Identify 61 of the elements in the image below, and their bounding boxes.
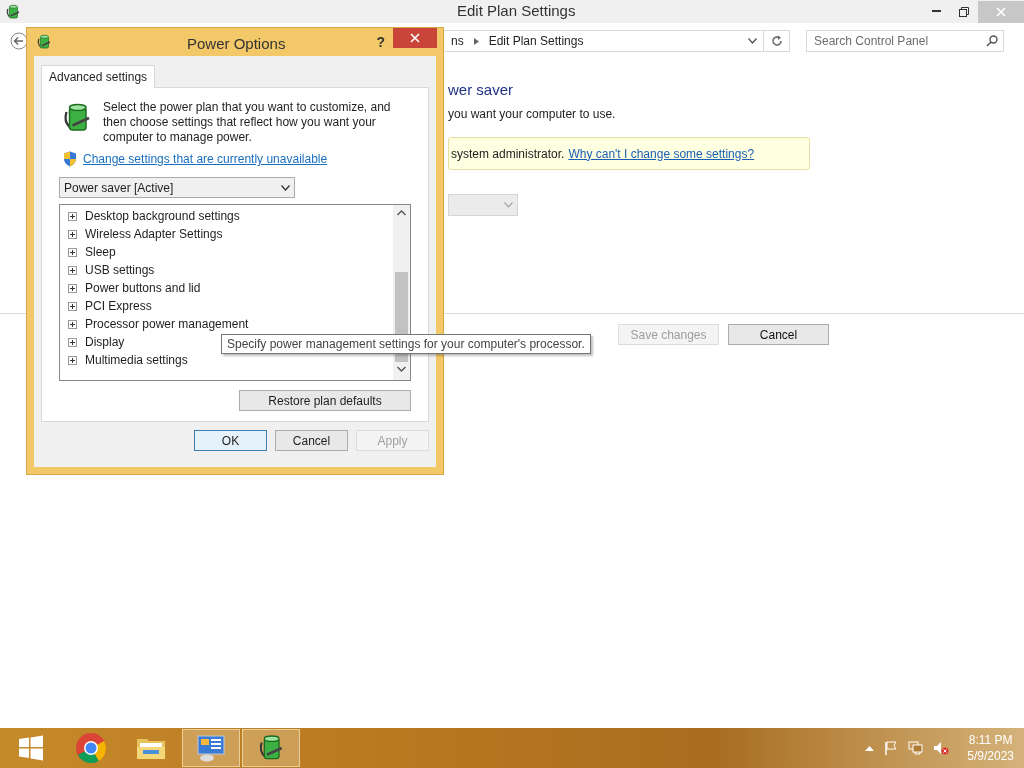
expand-icon[interactable] bbox=[68, 301, 77, 311]
tree-item[interactable]: Sleep bbox=[85, 243, 116, 261]
expand-icon[interactable] bbox=[68, 319, 77, 329]
tab[interactable]: Advanced settings bbox=[41, 65, 156, 88]
breadcrumb-item[interactable]: Edit Plan Settings bbox=[488, 32, 584, 50]
notice-text: system administrator. bbox=[451, 145, 565, 163]
cancel-button[interactable]: Cancel bbox=[275, 430, 348, 451]
tree-item[interactable]: Multimedia settings bbox=[85, 351, 188, 369]
expand-icon[interactable] bbox=[68, 337, 77, 347]
tree-item[interactable]: Power buttons and lid bbox=[85, 279, 201, 297]
taskbar-app-button[interactable] bbox=[242, 729, 300, 767]
expand-icon[interactable] bbox=[68, 355, 77, 365]
plan-description: you want your computer to use. bbox=[448, 106, 617, 123]
restore-defaults-button[interactable]: Restore plan defaults bbox=[239, 390, 411, 411]
search-field[interactable]: Search Control Panel bbox=[806, 30, 1004, 52]
plan-select[interactable]: Power saver [Active] bbox=[59, 177, 295, 198]
close-icon bbox=[996, 6, 1006, 17]
tree-item[interactable]: PCI Express bbox=[85, 297, 152, 315]
help-link[interactable]: Why can't I change some settings? bbox=[568, 144, 755, 163]
tree-item[interactable]: USB settings bbox=[85, 261, 155, 279]
close-icon bbox=[410, 33, 420, 43]
search-icon bbox=[986, 35, 998, 47]
shield-icon bbox=[63, 151, 77, 167]
taskbar-app-button[interactable] bbox=[182, 729, 240, 767]
help-button[interactable]: ? bbox=[376, 31, 385, 53]
control-panel-icon bbox=[195, 732, 227, 764]
scroll-down-icon[interactable] bbox=[397, 366, 406, 372]
app-icon bbox=[4, 2, 22, 21]
plan-heading: wer saver bbox=[448, 80, 515, 100]
browser-icon bbox=[75, 732, 107, 764]
dropdown-icon[interactable] bbox=[748, 38, 757, 44]
change-settings-link[interactable]: Change settings that are currently unavailable bbox=[83, 150, 328, 168]
expand-icon[interactable] bbox=[68, 283, 77, 293]
breadcrumb-item[interactable]: ns bbox=[451, 32, 464, 50]
ok-button[interactable]: OK bbox=[194, 430, 267, 451]
expand-icon[interactable] bbox=[68, 247, 77, 257]
expand-icon[interactable] bbox=[68, 229, 77, 239]
window-title: Edit Plan Settings bbox=[457, 1, 576, 22]
network-icon[interactable] bbox=[908, 741, 924, 755]
windows-logo-icon bbox=[17, 734, 45, 762]
restore-icon bbox=[959, 6, 969, 17]
dialog-icon bbox=[35, 33, 53, 51]
refresh-icon[interactable] bbox=[770, 35, 783, 47]
expand-icon[interactable] bbox=[68, 211, 77, 221]
dropdown-icon bbox=[281, 184, 290, 191]
show-hidden-icons-icon[interactable] bbox=[865, 745, 875, 751]
expand-icon[interactable] bbox=[68, 265, 77, 275]
cancel-button[interactable]: Cancel bbox=[728, 324, 829, 345]
tree-item[interactable]: Wireless Adapter Settings bbox=[85, 225, 223, 243]
dropdown-icon bbox=[504, 202, 513, 208]
tree-item[interactable]: Desktop background settings bbox=[85, 207, 240, 225]
chevron-right-icon bbox=[473, 37, 479, 45]
scroll-up-icon[interactable] bbox=[397, 210, 406, 216]
minimize-icon bbox=[931, 10, 941, 13]
tree-item[interactable]: Processor power management bbox=[85, 315, 249, 333]
muted-speaker-icon[interactable] bbox=[933, 741, 950, 755]
close-button[interactable] bbox=[393, 28, 437, 48]
intro-text: Select the power plan that you want to customize, and then choose settings that reflect how you want your computer to manage power. bbox=[103, 100, 392, 145]
tree-item[interactable]: Display bbox=[85, 333, 125, 351]
tooltip: Specify power management settings for your computer's processor. bbox=[221, 334, 591, 354]
dialog-title: Power Options bbox=[187, 34, 286, 54]
